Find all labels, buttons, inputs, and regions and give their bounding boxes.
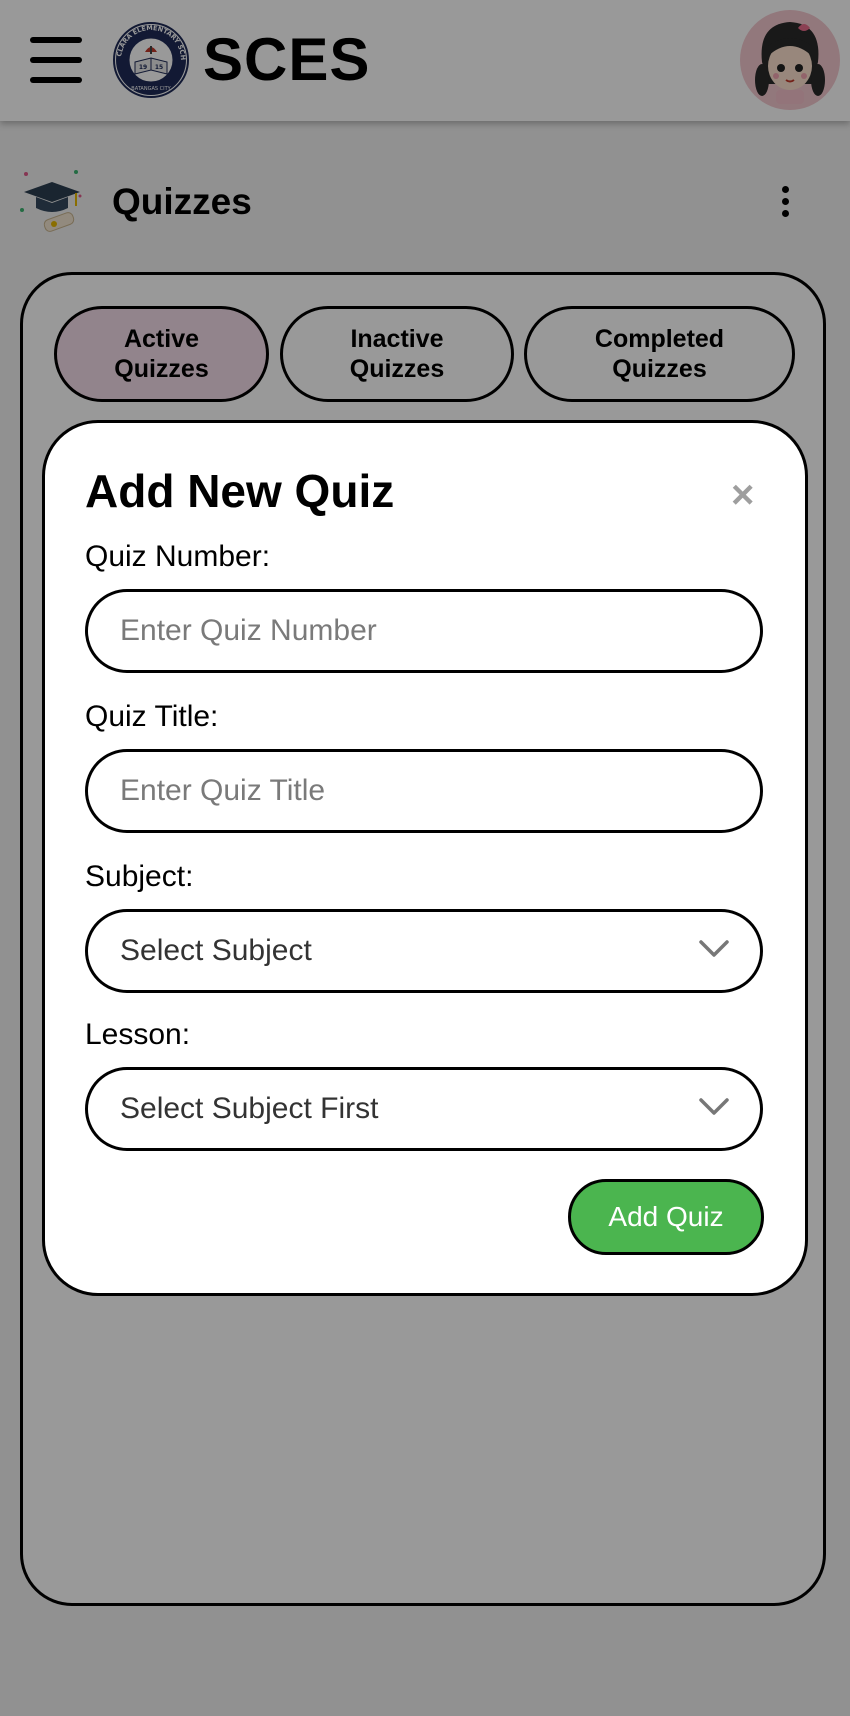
quiz-number-input[interactable] bbox=[85, 589, 763, 673]
add-quiz-modal: Add New Quiz × Quiz Number: Quiz Title: … bbox=[42, 420, 808, 1296]
chevron-down-icon bbox=[699, 1098, 729, 1115]
subject-label: Subject: bbox=[85, 860, 194, 893]
close-icon[interactable]: × bbox=[731, 475, 754, 515]
subject-selected-value: Select Subject bbox=[120, 934, 312, 967]
modal-title: Add New Quiz bbox=[85, 465, 395, 517]
lesson-select[interactable]: Select Subject First bbox=[85, 1067, 763, 1151]
quiz-number-label: Quiz Number: bbox=[85, 540, 271, 573]
lesson-label: Lesson: bbox=[85, 1018, 191, 1051]
chevron-down-icon bbox=[699, 940, 729, 957]
quiz-title-label: Quiz Title: bbox=[85, 700, 219, 733]
add-quiz-button[interactable]: Add Quiz bbox=[568, 1179, 764, 1255]
subject-select[interactable]: Select Subject bbox=[85, 909, 763, 993]
lesson-selected-value: Select Subject First bbox=[120, 1092, 379, 1125]
quiz-title-input[interactable] bbox=[85, 749, 763, 833]
